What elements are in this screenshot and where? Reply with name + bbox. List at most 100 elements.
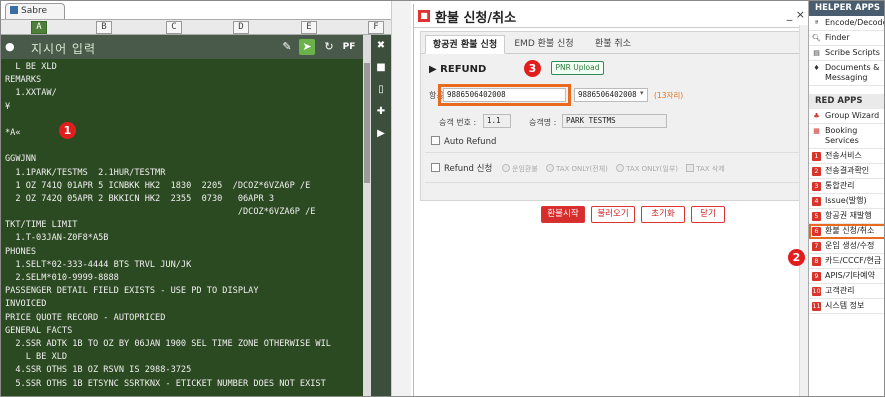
- number-badge: 5: [812, 212, 821, 221]
- clipboard-icon[interactable]: ▯: [371, 79, 391, 101]
- terminal-line: 2 OZ 742Q 05APR 2 BKKICN HK2 2355 0730 0…: [5, 193, 275, 204]
- tab-refund-cancel[interactable]: 환불 취소: [583, 35, 643, 54]
- number-badge: 6: [812, 227, 821, 236]
- lock-icon[interactable]: ■: [371, 57, 391, 79]
- column-e[interactable]: E: [301, 21, 317, 34]
- sidebar-item-label: APIS/기타예약: [825, 271, 875, 280]
- column-f[interactable]: F: [368, 21, 384, 34]
- terminal-line: 1.XXTAW/: [5, 88, 57, 99]
- red-apps-header: RED APPS: [809, 94, 884, 109]
- column-a[interactable]: A: [31, 21, 47, 34]
- sidebar-item-7[interactable]: 7 운임 생성/수정: [809, 239, 884, 254]
- terminal-line: 4.SSR OTHS 1B OZ RSVN IS 2988-3725: [5, 365, 192, 376]
- terminal-line: GENERAL FACTS: [5, 325, 73, 336]
- sidebar-item-label: 운임 생성/수정: [825, 241, 875, 250]
- refund-options: 운임환불 TAX ONLY(전체) TAX ONLY(일부) TAX 삭제: [496, 164, 725, 174]
- pnr-upload-button[interactable]: PNR Upload: [551, 61, 604, 75]
- helper-apps-header: HELPER APPS: [809, 1, 884, 16]
- pin-icon[interactable]: ✚: [371, 101, 391, 123]
- sidebar-item-group-wizard[interactable]: ♣ Group Wizard: [809, 109, 884, 124]
- terminal-line: 2.SELM*010-9999-8888: [5, 273, 119, 283]
- divider: [425, 182, 801, 183]
- sidebar-item-8[interactable]: 8 카드/CCCF/현금: [809, 254, 884, 269]
- tab-ticket-refund[interactable]: 항공권 환불 신청: [425, 35, 505, 54]
- sidebar-item-2[interactable]: 2 전송결과확인: [809, 164, 884, 179]
- play-icon[interactable]: ▶: [371, 123, 391, 145]
- group-icon: ♣: [813, 112, 820, 120]
- number-badge: 7: [812, 242, 821, 251]
- auto-refund-checkbox[interactable]: Auto Refund: [431, 136, 496, 147]
- sidebar-item-9[interactable]: 9 APIS/기타예약: [809, 269, 884, 284]
- refund-panel: 항공권 환불 신청 EMD 환불 신청 환불 취소 ▶ REFUND PNR U…: [420, 31, 805, 223]
- sidebar-item-5[interactable]: 5 항공권 재발행: [809, 209, 884, 224]
- sidebar-item-3[interactable]: 3 통합관리: [809, 179, 884, 194]
- sidebar-item-10[interactable]: 10 고객관리: [809, 284, 884, 299]
- sidebar-item-4[interactable]: 4 Issue(발행): [809, 194, 884, 209]
- sidebar-item-finder[interactable]: 🔍︎ Finder: [809, 31, 884, 46]
- terminal-line: INVOICED: [5, 299, 47, 310]
- search-icon: 🔍︎: [812, 34, 821, 42]
- terminal-line: L BE XLD: [5, 62, 57, 72]
- window-controls[interactable]: _ ×: [787, 8, 805, 21]
- terminal-line: GGWJNN: [5, 154, 37, 165]
- number-badge: 11: [812, 302, 821, 311]
- radio-icon[interactable]: [616, 164, 625, 172]
- refund-apply-checkbox[interactable]: Refund 신청: [431, 162, 492, 174]
- number-badge: 9: [812, 272, 821, 281]
- sabre-window: Sabre A B C D E F ● 지시어 입력 ✎ ➤ ↻ PF L BE…: [1, 1, 391, 396]
- splitter[interactable]: [391, 1, 411, 396]
- callout-1: 1: [59, 122, 76, 139]
- terminal-output[interactable]: L BE XLD REMARKS 1.XXTAW/¥ *A« GGWJNN 1.1PA…: [1, 59, 363, 396]
- sidebar-item-label: Issue(발행): [825, 196, 867, 205]
- sidebar-item-11[interactable]: 11 시스템 정보: [809, 299, 884, 314]
- tab-emd-refund[interactable]: EMD 환불 신청: [509, 35, 579, 54]
- checkbox-icon[interactable]: [686, 164, 695, 172]
- refund-start-button[interactable]: 환불시작: [541, 206, 585, 223]
- sidebar-item-documents[interactable]: ♦ Documents & Messaging: [809, 61, 884, 86]
- callout-2: 2: [788, 249, 805, 266]
- sabre-logo-icon: [10, 6, 18, 14]
- radio-icon[interactable]: [546, 164, 554, 172]
- close-button[interactable]: 닫기: [691, 206, 725, 223]
- sidebar-item-booking-services[interactable]: ▦ Booking Services: [809, 124, 884, 149]
- chevron-down-icon[interactable]: ▾: [640, 89, 644, 97]
- send-icon[interactable]: ➤: [299, 39, 315, 55]
- terminal-scrollbar[interactable]: [363, 35, 371, 396]
- sidebar-item-label: 전송서비스: [825, 151, 862, 160]
- pf-button[interactable]: PF: [341, 39, 357, 55]
- command-input[interactable]: 지시어 입력: [31, 40, 96, 57]
- callout-3: 3: [524, 60, 541, 77]
- checkbox-box[interactable]: [431, 136, 440, 145]
- checkbox-box[interactable]: [431, 163, 440, 172]
- ticket-number-select[interactable]: 9886506402008: [574, 88, 648, 102]
- user-icon[interactable]: ●: [5, 40, 19, 54]
- load-button[interactable]: 불러오기: [591, 206, 635, 223]
- ticket-hint: (13자리): [654, 91, 684, 100]
- history-icon[interactable]: ↻: [321, 39, 337, 55]
- column-d[interactable]: D: [233, 21, 249, 34]
- sidebar-item-scribe-scripts[interactable]: ▤ Scribe Scripts: [809, 46, 884, 61]
- dialog-title: 환불 신청/취소: [435, 11, 517, 26]
- number-badge: 10: [812, 287, 821, 296]
- scrollbar-thumb[interactable]: [364, 63, 370, 183]
- column-b[interactable]: B: [96, 21, 112, 34]
- column-c[interactable]: C: [166, 21, 182, 34]
- sidebar-item-6[interactable]: 6 환불 신청/취소: [809, 224, 884, 239]
- reset-button[interactable]: 초기화: [641, 206, 685, 223]
- sabre-tab[interactable]: Sabre: [5, 3, 65, 19]
- wrench-icon[interactable]: ✖: [371, 35, 391, 57]
- pax-no-field: 1.1: [483, 114, 511, 128]
- numbered-app-list: 1 전송서비스 2 전송결과확인 3 통합관리 4 Issue(발행) 5 항공권 재발행 6 환불 …: [809, 149, 884, 314]
- apps-sidebar: HELPER APPS ª Encode/Decode 🔍︎ Finder ▤ Scr…: [808, 1, 884, 396]
- edit-icon[interactable]: ✎: [279, 39, 295, 55]
- pax-name-label: 승객명 :: [529, 118, 557, 127]
- terminal-line: PHONES: [5, 246, 37, 257]
- radio-icon[interactable]: [502, 164, 510, 172]
- dialog-scrollbar[interactable]: [799, 25, 808, 396]
- sidebar-item-encode-decode[interactable]: ª Encode/Decode: [809, 16, 884, 31]
- pax-no-label: 승객 번호 :: [439, 118, 477, 127]
- sidebar-item-1[interactable]: 1 전송서비스: [809, 149, 884, 164]
- terminal-line: 1.T-03JAN-Z0F8*A5B: [5, 233, 109, 244]
